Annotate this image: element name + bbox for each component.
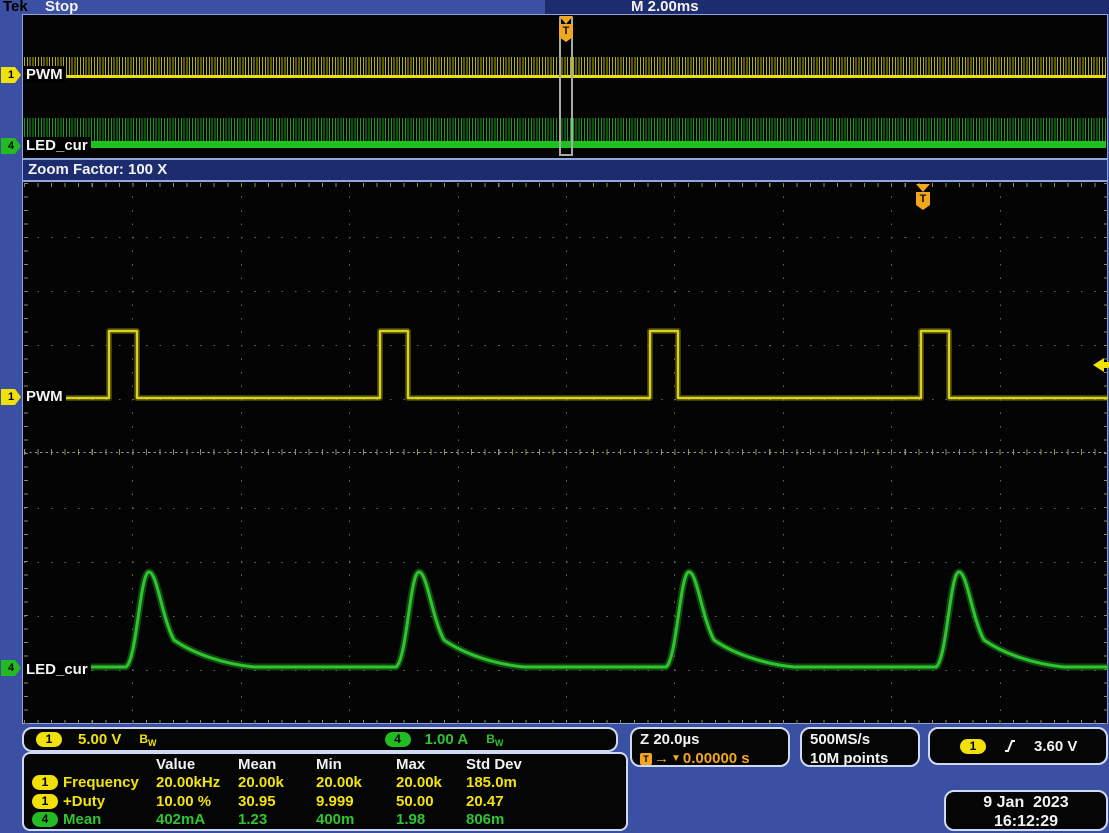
meas-cell: 20.00k [316,774,362,792]
trigger-t-icon: T [916,192,930,210]
trigger-readout[interactable]: 1 3.60 V [928,727,1108,765]
trigger-marker-triangle-icon [559,16,573,24]
overview-waveform-window: T [22,14,1108,159]
meas-row-name: 1 +Duty [32,793,156,810]
sample-rate: 500MS/s [810,731,871,748]
trigger-position-value: 0.00000 s [682,750,750,767]
tek-logo: Tek [3,0,28,15]
meas-cell: 20.47 [466,792,504,810]
meas-cell: 806m [466,811,505,829]
meas-cell: 50.00 [396,792,434,810]
arrow-right-icon: → [654,750,669,767]
col-header-min: Min [316,755,342,773]
overview-ch4-badge[interactable]: 4 [1,138,21,154]
overview-ch4-label: LED_cur [23,137,91,154]
overview-trigger-marker[interactable]: T [559,16,573,42]
tri-down-icon: ▼ [671,753,681,764]
meas-cell: 9.999 [316,792,354,810]
trigger-t-icon: T [640,752,652,765]
ch1-badge: 1 [36,732,62,747]
meas-cell: 402mA [156,811,206,829]
meas-cell: 20.00k [396,774,442,792]
acquisition-readout[interactable]: 500MS/s 10M points [800,727,920,767]
measurements-table: Value Mean Min Max Std Dev 1 Frequency 20… [22,752,628,831]
zoom-timebase: Z 20.0µs [640,731,700,748]
main-timebase-readout: M 2.00ms [631,0,699,15]
ch4-scale: 1.00 A [424,731,469,748]
meas-cell: 10.00 % [156,792,212,810]
zoom-trigger-marker[interactable]: T [916,184,930,210]
zoom-scale-readout[interactable]: Z 20.0µs T → ▼ 0.00000 s [630,727,790,767]
trigger-level-arrow-icon[interactable] [1093,358,1109,372]
zoom-ch4-badge[interactable]: 4 [1,660,21,676]
pwm-trace [24,329,1108,400]
trigger-position-line: T → ▼ 0.00000 s [640,749,788,768]
date: 9 Jan 2023 [983,794,1069,811]
pwm-trace-glow [24,328,1108,401]
trigger-t-icon: T [559,24,573,42]
timebase-strip [545,0,1109,14]
zoom-factor-label: Zoom Factor: 100 X [28,161,168,178]
channel-scale-readout[interactable]: 1 5.00 V BW 4 1.00 A BW [22,727,618,752]
col-header-value: Value [156,755,196,773]
acquisition-status: Stop [45,0,79,15]
zoom-ch1-badge[interactable]: 1 [1,389,21,405]
meas-row-name: 1 Frequency [32,774,156,791]
col-header-std: Std Dev [466,755,522,773]
led-trace-glow [24,568,1108,671]
meas-cell: 20.00k [238,774,284,792]
zoom-ch4-label: LED_cur [23,661,91,678]
record-length: 10M points [810,750,889,767]
time: 16:12:29 [993,813,1059,830]
meas-cell: 1.23 [238,811,268,829]
zoom-factor-bar: Zoom Factor: 100 X [22,159,1108,181]
meas-cell: 185.0m [466,774,517,792]
trigger-level-value: 3.60 V [1034,737,1078,755]
ch4-bandwidth-icon: BW [486,731,504,748]
meas-cell: 400m [316,811,355,829]
rising-edge-icon [1005,740,1015,752]
ch1-scale: 5.00 V [78,731,122,748]
trigger-source-badge: 1 [960,738,986,754]
col-header-mean: Mean [238,755,277,773]
zoom-waveform-window: T [22,181,1109,724]
arrow-head [1093,358,1104,372]
waveform-traces [24,328,1108,671]
top-status-bar: Tek Stop M 2.00ms [0,0,1109,15]
meas-cell: 20.00kHz [156,774,221,792]
meas-cell: 1.98 [396,811,426,829]
datetime-readout: 9 Jan 2023 16:12:29 [944,790,1108,831]
ch1-bandwidth-icon: BW [139,731,157,748]
meas-cell: 30.95 [238,792,276,810]
trigger-marker-triangle-icon [916,184,930,192]
ch4-badge: 4 [384,732,411,747]
overview-ch1-label: PWM [23,66,66,83]
col-header-max: Max [396,755,426,773]
arrow-tail [1104,362,1109,368]
zoom-ch1-label: PWM [23,388,66,405]
overview-ch1-badge[interactable]: 1 [1,67,21,83]
meas-row-name: 4 Mean [32,811,156,828]
